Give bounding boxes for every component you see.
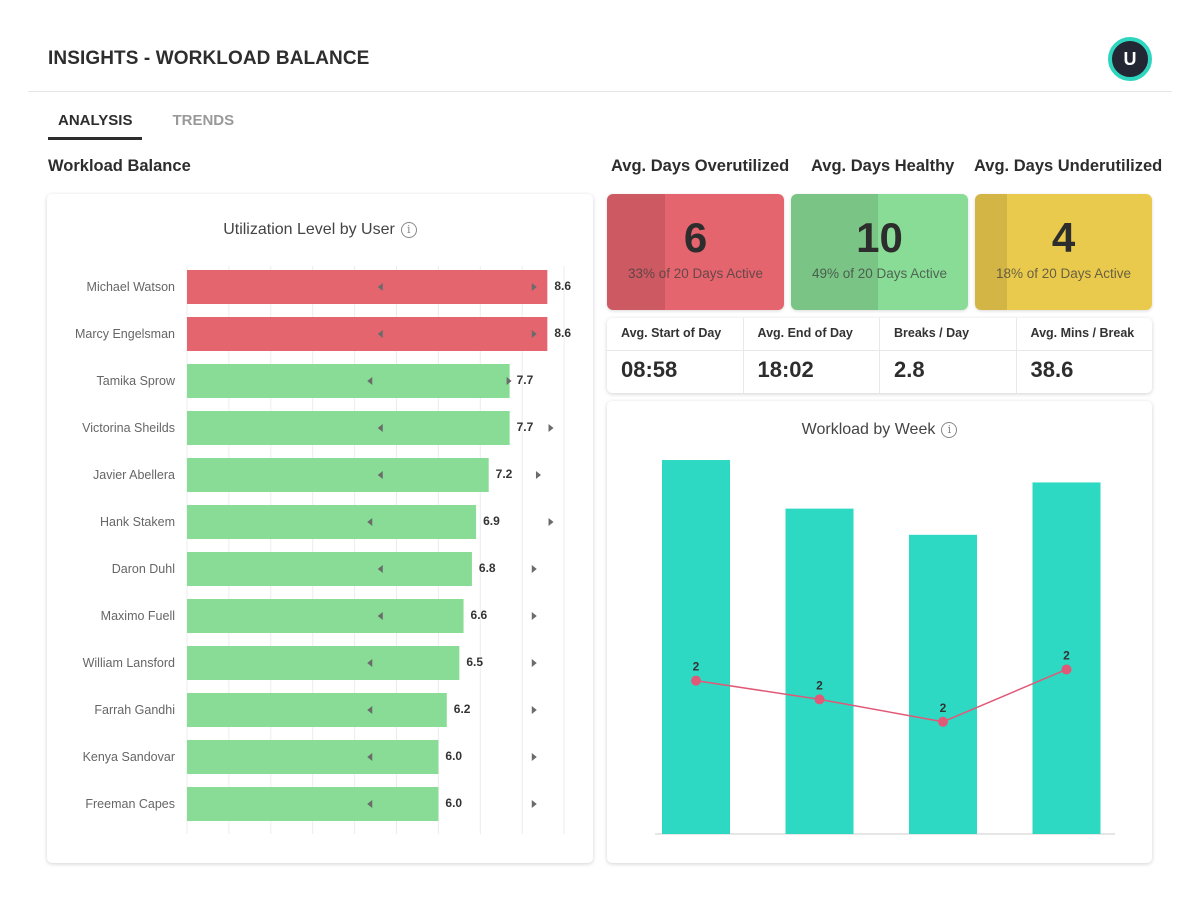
user-name-label: Hank Stakem <box>100 515 175 529</box>
utilization-value-label: 6.0 <box>445 796 462 810</box>
tab-bar: ANALYSIS TRENDS <box>48 110 264 140</box>
overutilized-heading: Avg. Days Overutilized <box>611 157 790 175</box>
user-name-label: Victorina Sheilds <box>82 421 175 435</box>
utilization-chart-card: Utilization Level by User i Michael Watso… <box>47 194 593 863</box>
metric-value: 38.6 <box>1030 357 1074 382</box>
metric-label: Avg. Mins / Break <box>1016 318 1152 351</box>
caret-right-icon <box>531 753 537 761</box>
utilization-value-label: 6.0 <box>445 749 462 763</box>
utilization-value-label: 7.7 <box>517 373 534 387</box>
utilization-bar <box>187 552 472 586</box>
utilization-value-label: 6.8 <box>479 561 496 575</box>
metric-value: 18:02 <box>757 357 814 382</box>
caret-right-icon <box>531 565 537 573</box>
metric-value: 08:58 <box>621 357 678 382</box>
underutilized-value: 4 <box>1051 214 1076 261</box>
count-point <box>1061 664 1072 675</box>
count-point <box>814 694 825 705</box>
healthy-heading: Avg. Days Healthy <box>811 157 955 175</box>
utilization-value-label: 6.6 <box>471 608 488 622</box>
metric-value: 2.8 <box>894 357 925 382</box>
week-bar <box>909 534 977 834</box>
utilization-bar <box>187 317 548 351</box>
count-label: 2 <box>693 660 700 674</box>
metric-mins-per-break: Avg. Mins / Break 38.6 <box>1016 318 1152 393</box>
utilization-bar <box>187 693 447 727</box>
user-name-label: Daron Duhl <box>112 562 175 576</box>
utilization-bar <box>187 740 439 774</box>
utilization-bar <box>187 270 548 304</box>
count-point <box>691 675 701 686</box>
metric-label: Avg. Start of Day <box>607 318 743 351</box>
metric-end-of-day: Avg. End of Day 18:02 <box>743 318 880 393</box>
overutilized-subtitle: 33% of 20 Days Active <box>627 266 764 281</box>
utilization-bar <box>187 505 477 539</box>
user-name-label: Maximo Fuell <box>101 609 175 623</box>
utilization-bar <box>187 411 510 445</box>
utilization-value-label: 6.2 <box>454 702 471 716</box>
utilization-chart: Michael Watson 8.6 Marcy Engelsman 8.6 Tamik… <box>75 266 571 834</box>
tab-analysis[interactable]: ANALYSIS <box>48 110 143 140</box>
metric-breaks-per-day: Breaks / Day 2.8 <box>880 318 1017 393</box>
healthy-card: 10 49% of 20 Days Active <box>791 194 968 310</box>
healthy-value: 10 <box>856 214 903 261</box>
caret-right-icon <box>531 612 537 620</box>
overutilized-card: 6 33% of 20 Days Active <box>607 194 784 310</box>
user-name-label: Freeman Capes <box>85 797 175 811</box>
utilization-value-label: 8.6 <box>554 279 571 293</box>
count-label: 2 <box>1063 648 1070 662</box>
caret-right-icon <box>531 659 537 667</box>
count-point <box>938 716 948 727</box>
metric-start-of-day: Avg. Start of Day 08:58 <box>607 318 744 393</box>
caret-right-icon <box>531 800 537 808</box>
caret-right-icon <box>548 518 554 526</box>
underutilized-card: 4 18% of 20 Days Active <box>975 194 1152 310</box>
utilization-bar <box>187 787 439 821</box>
user-name-label: Tamika Sprow <box>97 374 176 388</box>
healthy-subtitle: 49% of 20 Days Active <box>811 266 948 281</box>
workload-week-card: Workload by Week i 2222 <box>607 401 1152 863</box>
count-label: 2 <box>940 701 947 715</box>
user-name-label: Michael Watson <box>87 280 176 294</box>
utilization-bar <box>187 364 510 398</box>
count-line <box>695 668 1067 723</box>
week-bar <box>785 508 854 834</box>
utilization-value-label: 7.2 <box>496 467 513 481</box>
utilization-bar <box>187 458 489 492</box>
user-name-label: Kenya Sandovar <box>83 750 175 764</box>
workload-week-chart: 2 2 2 2 <box>655 460 1115 835</box>
utilization-value-label: 8.6 <box>554 326 571 340</box>
user-name-label: Marcy Engelsman <box>75 327 175 341</box>
page-title: INSIGHTS - WORKLOAD BALANCE <box>48 48 370 69</box>
user-name-label: Javier Abellera <box>93 468 175 482</box>
utilization-bar <box>187 599 464 633</box>
utilization-bar <box>187 646 460 680</box>
daily-metrics-table: Avg. Start of Day 08:58 Avg. End of Day … <box>607 318 1152 393</box>
metric-label: Avg. End of Day <box>743 318 879 351</box>
user-name-label: William Lansford <box>83 656 175 670</box>
caret-right-icon <box>531 706 537 714</box>
metric-label: Breaks / Day <box>880 318 1016 351</box>
overutilized-value: 6 <box>683 214 708 261</box>
utilization-value-label: 7.7 <box>517 420 534 434</box>
caret-right-icon <box>535 471 541 479</box>
user-name-label: Farrah Gandhi <box>94 703 175 717</box>
week-bar <box>662 460 730 834</box>
underutilized-subtitle: 18% of 20 Days Active <box>995 266 1132 281</box>
utilization-value-label: 6.9 <box>483 514 500 528</box>
workload-balance-heading: Workload Balance <box>48 157 191 175</box>
caret-right-icon <box>548 424 554 432</box>
page-header: INSIGHTS - WORKLOAD BALANCE U <box>28 30 1172 92</box>
count-label: 2 <box>816 678 823 692</box>
user-avatar[interactable]: U <box>1108 37 1152 81</box>
utilization-value-label: 6.5 <box>466 655 483 669</box>
underutilized-heading: Avg. Days Underutilized <box>974 157 1163 175</box>
tab-trends[interactable]: TRENDS <box>162 110 244 140</box>
